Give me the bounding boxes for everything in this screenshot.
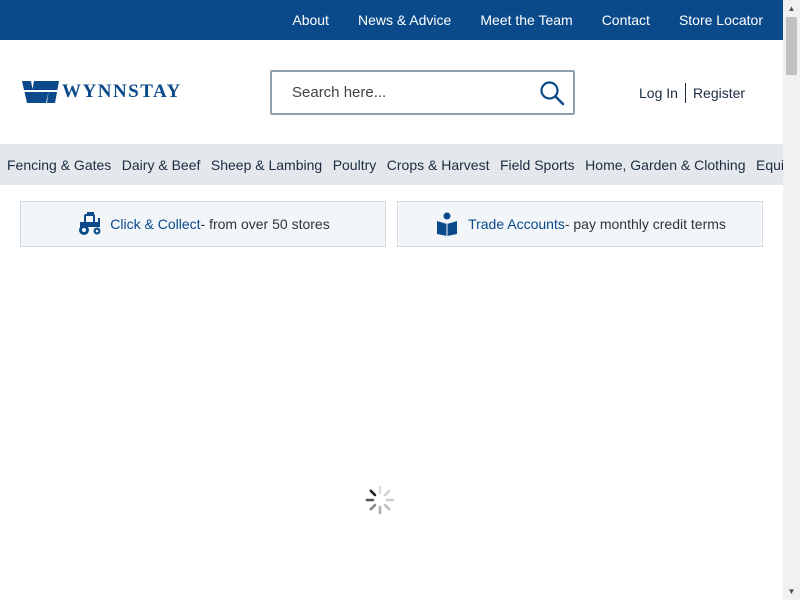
category-navigation: Fencing & Gates Dairy & Beef Sheep & Lam… — [0, 144, 783, 185]
click-collect-text: - from over 50 stores — [200, 216, 330, 232]
category-home-garden-clothing[interactable]: Home, Garden & Clothing — [585, 157, 745, 173]
search-icon[interactable] — [539, 80, 565, 106]
topnav-team-link[interactable]: Meet the Team — [480, 0, 572, 40]
trade-accounts-link[interactable]: Trade Accounts — [468, 216, 565, 232]
register-link[interactable]: Register — [693, 85, 745, 101]
vertical-scrollbar[interactable]: ▲ ▼ — [783, 0, 800, 600]
category-fencing-gates[interactable]: Fencing & Gates — [7, 157, 111, 173]
category-sheep-lambing[interactable]: Sheep & Lambing — [211, 157, 322, 173]
topnav-about-link[interactable]: About — [292, 0, 329, 40]
site-logo[interactable]: WYNNSTAY — [22, 81, 182, 103]
scroll-up-arrow-icon[interactable]: ▲ — [783, 0, 800, 17]
category-crops-harvest[interactable]: Crops & Harvest — [387, 157, 490, 173]
click-collect-banner[interactable]: Click & Collect - from over 50 stores — [20, 201, 386, 247]
topnav-contact-link[interactable]: Contact — [602, 0, 650, 40]
topnav-news-link[interactable]: News & Advice — [358, 0, 451, 40]
scroll-down-arrow-icon[interactable]: ▼ — [783, 583, 800, 600]
promo-banners: Click & Collect - from over 50 stores Tr… — [20, 201, 763, 247]
trade-accounts-text: - pay monthly credit terms — [564, 216, 726, 232]
divider — [684, 83, 686, 103]
scrollbar-thumb[interactable] — [786, 17, 797, 75]
page: About News & Advice Meet the Team Contac… — [0, 0, 783, 600]
loading-spinner-icon — [365, 485, 395, 515]
category-dairy-beef[interactable]: Dairy & Beef — [122, 157, 201, 173]
search-input[interactable] — [272, 73, 522, 112]
search-box — [270, 70, 575, 115]
tractor-icon — [79, 212, 101, 235]
account-book-icon — [437, 212, 458, 236]
logo-mark-icon — [22, 81, 60, 103]
click-collect-link[interactable]: Click & Collect — [110, 216, 200, 232]
login-link[interactable]: Log In — [639, 85, 678, 101]
category-equine[interactable]: Equine — [756, 157, 783, 173]
category-field-sports[interactable]: Field Sports — [500, 157, 575, 173]
account-links: Log In Register — [639, 83, 745, 103]
site-header: WYNNSTAY Log In Register — [0, 40, 783, 144]
logo-text: WYNNSTAY — [62, 81, 182, 102]
topnav-store-locator-link[interactable]: Store Locator — [679, 0, 763, 40]
top-navigation: About News & Advice Meet the Team Contac… — [0, 0, 783, 40]
category-poultry[interactable]: Poultry — [333, 157, 377, 173]
trade-accounts-banner[interactable]: Trade Accounts - pay monthly credit term… — [397, 201, 763, 247]
